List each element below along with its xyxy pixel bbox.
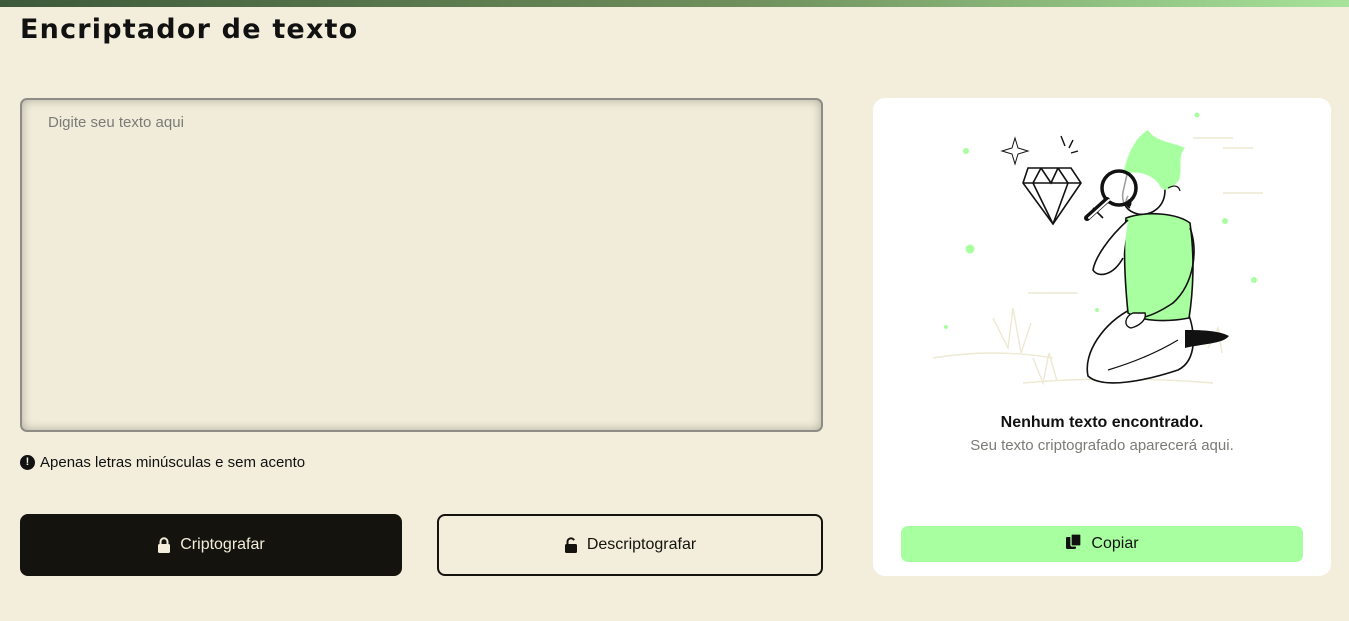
- lock-open-icon: [564, 537, 578, 553]
- lock-closed-icon: [157, 537, 171, 553]
- decrypt-button[interactable]: Descriptografar: [437, 514, 823, 576]
- exclamation-circle-icon: !: [20, 454, 35, 470]
- decrypt-button-label: Descriptografar: [586, 536, 697, 553]
- encrypt-button-label: Criptografar: [180, 536, 265, 553]
- copy-button-label: Copiar: [1091, 535, 1139, 552]
- copy-button[interactable]: Copiar: [901, 526, 1303, 562]
- text-input[interactable]: [20, 98, 823, 432]
- page-title: Encriptador de texto: [20, 14, 359, 45]
- copy-icon: [1065, 533, 1083, 555]
- empty-state-subtitle: Seu texto criptografado aparecerá aqui.: [970, 437, 1234, 454]
- input-hint: ! Apenas letras minúsculas e sem acento: [20, 452, 305, 472]
- output-panel: Nenhum texto encontrado. Seu texto cript…: [873, 98, 1331, 576]
- encrypt-button[interactable]: Criptografar: [20, 514, 402, 576]
- top-accent-bar: [0, 0, 1349, 7]
- empty-state-title: Nenhum texto encontrado.: [1000, 414, 1204, 431]
- input-hint-text: Apenas letras minúsculas e sem acento: [40, 453, 306, 471]
- person-magnifying-glass-illustration: [933, 112, 1263, 386]
